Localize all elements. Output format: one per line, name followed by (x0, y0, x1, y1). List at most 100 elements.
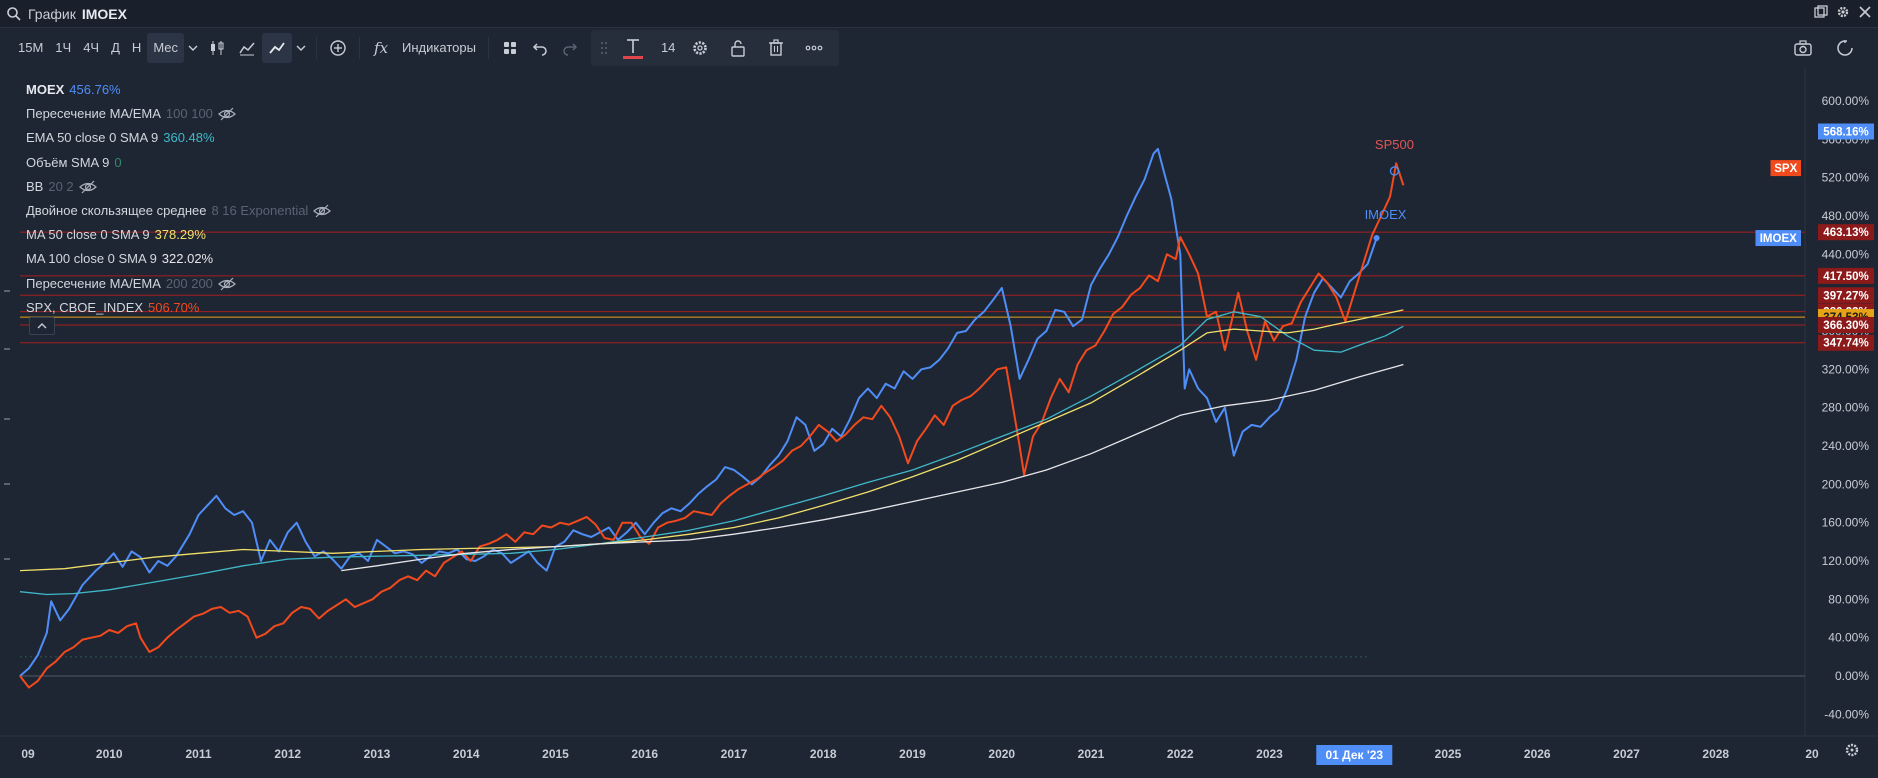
legend-indicator-name: Двойное скользящее среднее (26, 203, 207, 219)
interval-month[interactable]: Мес (147, 33, 185, 63)
legend-indicator-row[interactable]: Пересечение MA/EMA 200 200 (26, 272, 331, 296)
legend-indicator-row[interactable]: Пересечение MA/EMA 100 100 (26, 102, 331, 126)
y-axis-tick-label: 280.00% (1822, 401, 1870, 415)
x-axis-tick-label: 09 (21, 747, 35, 761)
price-tag[interactable]: SPX (1770, 160, 1802, 177)
lock-icon[interactable] (719, 33, 757, 63)
legend-indicator-value: 0 (114, 154, 122, 170)
legend-indicator-row[interactable]: BB 20 2 (26, 175, 331, 199)
y-axis-tick-label: 440.00% (1822, 247, 1870, 261)
interval-4h[interactable]: 4Ч (77, 33, 105, 63)
interval-1h[interactable]: 1Ч (49, 33, 77, 63)
legend-indicator-value: 322.02% (161, 251, 214, 267)
interval-chevron-down-icon[interactable] (184, 33, 202, 63)
y-axis-tick-label: 200.00% (1822, 477, 1870, 491)
price-tag[interactable]: 397.27% (1818, 287, 1874, 304)
font-size-value[interactable]: 14 (655, 33, 681, 63)
legend-indicator-params: 100 100 (165, 106, 213, 122)
settings-gear-icon[interactable] (681, 33, 719, 63)
x-axis-tick-label: 2023 (1256, 747, 1283, 761)
legend-indicator-row[interactable]: SPX, CBOE_INDEX 506.70% (26, 296, 331, 320)
price-tag[interactable]: 568.16% (1818, 123, 1874, 140)
gear-icon[interactable] (1836, 5, 1850, 19)
price-tag[interactable]: 366.30% (1818, 316, 1874, 333)
y-axis-tick-label: 520.00% (1822, 171, 1870, 185)
drawing-toolbar: 14 (590, 30, 840, 66)
price-tag-label: 347.74% (1823, 338, 1868, 350)
x-axis-tick-label: 2010 (96, 747, 123, 761)
area-chart-icon[interactable] (232, 33, 262, 63)
interval-week[interactable]: Н (126, 33, 147, 63)
legend-indicator-name: BB (26, 178, 44, 194)
y-axis-tick-label: 320.00% (1822, 362, 1870, 376)
x-axis-tick-label: 2028 (1702, 747, 1729, 761)
chart-annotation-sp500: SP500 (1375, 137, 1414, 152)
chart-type-chevron-down-icon[interactable] (292, 33, 310, 63)
crosshair-date-label: 01 Дек '23 (1325, 748, 1383, 762)
search-icon[interactable] (6, 6, 22, 22)
legend-indicator-params: 200 200 (165, 275, 213, 291)
eye-hidden-icon[interactable] (313, 204, 332, 218)
legend-collapse-button[interactable] (29, 317, 55, 335)
toolbar-edge (0, 33, 12, 63)
legend-indicator-row[interactable]: Объём SMA 90 (26, 151, 331, 175)
interval-day[interactable]: Д (105, 33, 126, 63)
time-scale-settings-icon[interactable] (1845, 743, 1859, 757)
x-axis-tick-label: 2014 (453, 747, 480, 761)
x-axis-tick-label: 2021 (1078, 747, 1105, 761)
camera-icon[interactable] (1788, 33, 1818, 63)
legend-indicator-row[interactable]: MA 100 close 0 SMA 9 322.02% (26, 247, 331, 271)
x-axis-tick-label: 2019 (899, 747, 926, 761)
price-tag-label: 568.16% (1823, 127, 1868, 139)
y-axis-tick-label: 40.00% (1828, 631, 1869, 645)
x-axis-tick-label: 2026 (1524, 747, 1551, 761)
legend-indicator-value: 506.70% (148, 299, 200, 315)
price-tag-label: SPX (1774, 163, 1797, 175)
legend-symbol-row[interactable]: MOEX 456.76% (26, 78, 331, 102)
legend-indicator-row[interactable]: MA 50 close 0 SMA 9 378.29% (26, 223, 331, 247)
drag-handle-icon[interactable] (597, 33, 611, 63)
line-chart-icon[interactable] (262, 33, 293, 63)
text-tool-icon[interactable] (611, 33, 655, 63)
chart-toolbar: 15M 1Ч 4Ч Д Н Мес fx Индикаторы 14 (0, 28, 1878, 68)
y-axis-tick-label: 240.00% (1822, 439, 1870, 453)
legend-indicator-name: Объём SMA 9 (26, 154, 110, 170)
eye-hidden-icon[interactable] (217, 107, 236, 121)
toolbar-divider (359, 37, 361, 59)
price-tag[interactable]: 417.50% (1818, 267, 1874, 284)
series-line-ma-50 (19, 309, 1404, 572)
undo-icon[interactable] (525, 33, 555, 63)
legend-symbol-name: MOEX (26, 82, 65, 97)
x-axis-tick-label: 2020 (988, 747, 1015, 761)
x-axis-tick-label: 2016 (631, 747, 658, 761)
legend-indicator-value: 378.29% (154, 227, 206, 243)
y-axis-tick-label: 0.00% (1835, 669, 1869, 683)
y-axis-tick-label: 80.00% (1828, 592, 1869, 606)
sync-icon[interactable] (1830, 33, 1860, 63)
price-tag[interactable]: IMOEX (1755, 230, 1802, 247)
candles-icon[interactable] (202, 33, 232, 63)
trash-icon[interactable] (757, 33, 795, 63)
price-tag[interactable]: 463.13% (1818, 224, 1874, 241)
function-icon[interactable]: fx (366, 33, 396, 63)
y-axis-tick-label: 120.00% (1822, 554, 1870, 568)
interval-15m[interactable]: 15M (12, 33, 49, 63)
price-tag-label: 397.27% (1823, 290, 1868, 302)
templates-grid-icon[interactable] (495, 33, 525, 63)
legend-indicator-row[interactable]: Двойное скользящее среднее 8 16 Exponenti… (26, 199, 332, 223)
x-axis-tick-label: 2015 (542, 747, 569, 761)
compare-plus-icon[interactable] (323, 33, 353, 63)
redo-icon[interactable] (555, 33, 585, 63)
close-icon[interactable] (1858, 5, 1872, 19)
legend-indicator-row[interactable]: EMA 50 close 0 SMA 9 360.48% (26, 126, 331, 150)
indicators-button[interactable]: Индикаторы (396, 33, 482, 63)
eye-hidden-icon[interactable] (217, 277, 236, 291)
popout-icon[interactable] (1814, 5, 1828, 19)
price-tag[interactable]: 347.74% (1818, 334, 1874, 351)
x-axis-tick-label: 2018 (810, 747, 837, 761)
legend-indicator-value: 360.48% (163, 130, 215, 146)
more-dots-icon[interactable] (795, 33, 833, 63)
toolbar-divider (316, 37, 318, 59)
eye-hidden-icon[interactable] (78, 180, 97, 194)
window-title-symbol[interactable]: IMOEX (82, 6, 127, 22)
